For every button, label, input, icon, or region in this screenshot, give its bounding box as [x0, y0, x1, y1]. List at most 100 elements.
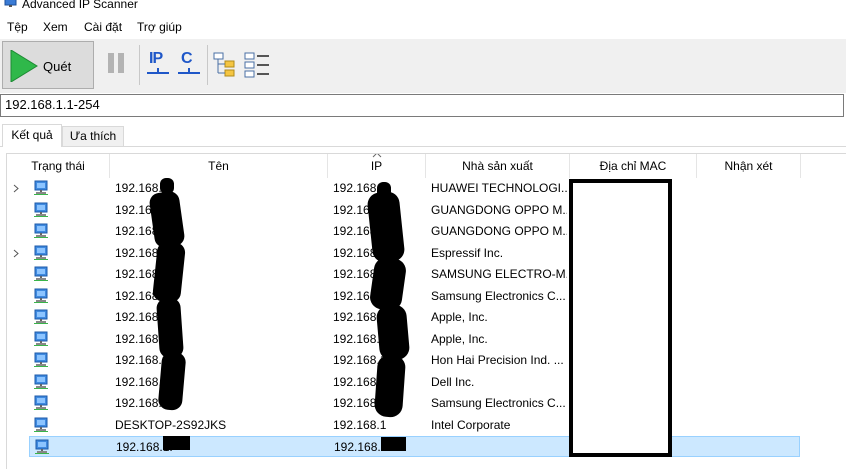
cell-name: 192.168.1 [115, 310, 169, 324]
scan-button[interactable]: Quét [2, 41, 94, 89]
c-label: C [181, 50, 193, 67]
play-icon [10, 50, 38, 82]
cell-vendor: GUANGDONG OPPO M... [431, 224, 567, 238]
table-row[interactable]: 192.168. 192.168. GUANGDONG OPPO M... [29, 200, 800, 221]
cell-name: 192.168. [115, 202, 162, 217]
cell-vendor: Espressif Inc. [431, 245, 504, 260]
cell-vendor: Hon Hai Precision Ind. ... [431, 353, 564, 367]
collapse-all-icon[interactable] [244, 52, 270, 78]
cell-name: 192.168.1 [115, 374, 169, 389]
column-header-ip-label: IP [370, 159, 383, 173]
redaction-mark [163, 436, 190, 450]
table-row[interactable]: 192.168. 192.168. Espressif Inc. [13, 243, 800, 264]
table-row[interactable]: 192.168.1 192.168.1 Dell Inc. [29, 372, 800, 393]
pause-icon[interactable] [106, 51, 126, 75]
mac-redaction-box [569, 179, 672, 457]
network-line-icon [178, 68, 200, 74]
menu-bar: Tệp Xem Cài đặt Trợ giúp [0, 16, 846, 38]
toolbar-separator [139, 45, 140, 85]
cell-name: 192.168.1. [116, 440, 173, 454]
cell-vendor: Samsung Electronics C... [431, 396, 566, 410]
cell-name: 192.168.1 [115, 331, 169, 346]
cell-ip: 192.168.1 [334, 440, 388, 454]
computer-online-icon [34, 223, 48, 238]
network-line-icon [147, 68, 169, 74]
computer-online-icon [34, 417, 48, 432]
computer-online-icon [34, 288, 48, 303]
expand-all-icon[interactable] [213, 52, 239, 78]
cell-vendor: SAMSUNG ELECTRO-M... [431, 267, 567, 281]
menu-help[interactable]: Trợ giúp [137, 19, 182, 35]
tab-strip: Kết quả Ưa thích [0, 124, 846, 147]
redaction-mark [155, 297, 185, 359]
cell-name: 192.168. [115, 224, 162, 238]
table-row[interactable]: 192.168.1 192.168.1 Apple, Inc. [29, 307, 800, 328]
computer-online-icon [34, 245, 48, 260]
toolbar-separator [207, 45, 208, 85]
title-bar: Advanced IP Scanner [0, 0, 846, 14]
cell-vendor: Samsung Electronics C... [431, 288, 566, 303]
results-table: Trạng thái Tên IP Nhà sản xuất Địa chỉ M… [6, 153, 846, 469]
table-row[interactable]: DESKTOP-2S92JKS 192.168.1 Intel Corporate [29, 415, 800, 436]
column-header-name[interactable]: Tên [110, 154, 328, 178]
ip-label: IP [149, 50, 163, 67]
scan-label: Quét [43, 59, 72, 74]
cell-name: 192.168.1. [115, 181, 172, 195]
tab-favorites[interactable]: Ưa thích [62, 126, 124, 146]
table-row[interactable]: 192.168.1 192.168.1 Samsung Electronics C.… [29, 393, 800, 414]
redaction-mark [381, 437, 406, 451]
menu-view[interactable]: Xem [43, 19, 68, 35]
cell-vendor: Dell Inc. [431, 374, 475, 389]
cell-vendor: Intel Corporate [431, 417, 511, 432]
table-row[interactable]: 192.168.1. 192.168.1. HUAWEI TECHNOLOGI... [13, 178, 800, 199]
chevron-right-icon[interactable] [13, 184, 19, 193]
table-row[interactable]: 192.168.1 192.168.1 Samsung Electronics C.… [29, 286, 800, 307]
computer-online-icon [35, 439, 49, 454]
column-header-status[interactable]: Trạng thái [7, 154, 110, 178]
chevron-right-icon[interactable] [13, 249, 19, 258]
cell-vendor: GUANGDONG OPPO M... [431, 202, 567, 217]
column-header-comments[interactable]: Nhận xét [697, 154, 801, 178]
redaction-mark [373, 354, 407, 418]
column-header-vendor[interactable]: Nhà sản xuất [426, 154, 570, 178]
tab-divider [0, 146, 846, 147]
computer-online-icon [34, 180, 48, 195]
ip-scan-button[interactable]: IP [147, 50, 169, 78]
computer-online-icon [34, 352, 48, 367]
c-subnet-button[interactable]: C [178, 50, 200, 78]
cell-vendor: Apple, Inc. [431, 331, 488, 346]
table-row[interactable]: 192.168.1. 192.168.1 [29, 436, 800, 457]
redaction-mark [375, 303, 411, 362]
tab-results[interactable]: Kết quả [2, 124, 62, 147]
computer-online-icon [34, 309, 48, 324]
computer-online-icon [34, 266, 48, 281]
table-row[interactable]: 192.168. 192.168. SAMSUNG ELECTRO-M... [29, 264, 800, 285]
cell-name: DESKTOP-2S92JKS [115, 417, 227, 432]
computer-online-icon [34, 374, 48, 389]
table-row[interactable]: 192.168.1 192.168.1 Hon Hai Precision Ind.… [29, 350, 800, 371]
column-header-mac[interactable]: Địa chỉ MAC [570, 154, 697, 178]
cell-ip: 192.168.1 [333, 417, 387, 432]
ip-range-input[interactable] [5, 97, 825, 112]
table-row[interactable]: 192.168.1 192.168.1 Apple, Inc. [29, 329, 800, 350]
cell-name: 192.168.1 [115, 353, 169, 367]
sort-ascending-icon [372, 154, 382, 158]
computer-online-icon [34, 395, 48, 410]
table-row[interactable]: 192.168. 192.168. GUANGDONG OPPO M... [29, 221, 800, 242]
redaction-mark [157, 351, 187, 411]
ip-range-field[interactable] [0, 94, 844, 117]
window-title: Advanced IP Scanner [22, 0, 138, 11]
cell-name: 192.168. [115, 245, 162, 260]
menu-settings[interactable]: Cài đặt [84, 19, 122, 35]
computer-online-icon [34, 202, 48, 217]
toolbar: Quét IP C [0, 39, 846, 93]
computer-online-icon [34, 331, 48, 346]
cell-name: 192.168.1 [115, 288, 169, 303]
cell-name: 192.168.1 [115, 396, 169, 410]
cell-name: 192.168. [115, 267, 162, 281]
cell-vendor: HUAWEI TECHNOLOGI... [431, 181, 567, 195]
menu-file[interactable]: Tệp [7, 19, 28, 35]
cell-vendor [432, 437, 568, 458]
app-icon [4, 0, 17, 7]
cell-vendor: Apple, Inc. [431, 310, 488, 324]
